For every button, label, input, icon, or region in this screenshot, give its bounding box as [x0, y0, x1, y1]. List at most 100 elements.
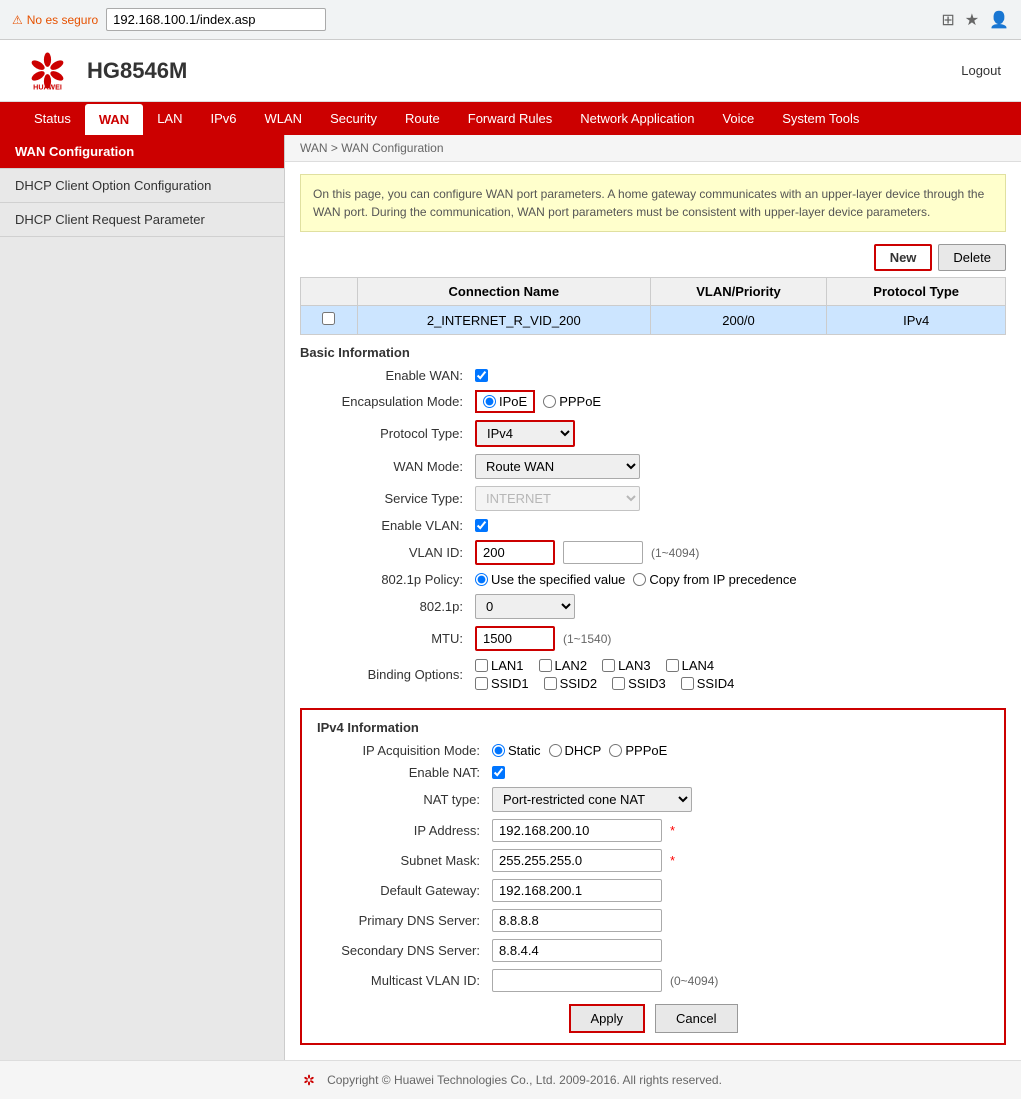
row-checkbox[interactable]: [301, 306, 358, 335]
nav-ipv6[interactable]: IPv6: [197, 103, 251, 134]
pppoe-ip-option[interactable]: PPPoE: [609, 743, 667, 758]
wan-mode-row: WAN Mode: Route WAN Bridge WAN: [300, 454, 1006, 479]
nav-status[interactable]: Status: [20, 103, 85, 134]
lan4-checkbox[interactable]: [666, 659, 679, 672]
content-area: WAN Configuration DHCP Client Option Con…: [0, 135, 1021, 1060]
lan1-option[interactable]: LAN1: [475, 658, 524, 673]
nat-type-select[interactable]: Port-restricted cone NAT Full cone NAT R…: [492, 787, 692, 812]
pppoe-option[interactable]: PPPoE: [543, 394, 601, 409]
ip-address-control: *: [492, 819, 675, 842]
subnet-mask-label: Subnet Mask:: [317, 853, 492, 868]
ssid4-option[interactable]: SSID4: [681, 676, 735, 691]
enable-vlan-control: [475, 519, 488, 532]
row-protocol-type: IPv4: [827, 306, 1006, 335]
enable-vlan-checkbox[interactable]: [475, 519, 488, 532]
row-select-checkbox[interactable]: [322, 312, 335, 325]
lan2-option[interactable]: LAN2: [539, 658, 588, 673]
default-gateway-control: [492, 879, 662, 902]
field-802-1p-select[interactable]: 0 1 2 3: [475, 594, 575, 619]
ssid3-option[interactable]: SSID3: [612, 676, 666, 691]
primary-dns-row: Primary DNS Server:: [317, 909, 989, 932]
enable-nat-checkbox[interactable]: [492, 766, 505, 779]
table-row[interactable]: 2_INTERNET_R_VID_200 200/0 IPv4: [301, 306, 1006, 335]
subnet-mask-input[interactable]: [492, 849, 662, 872]
page-wrapper: HUAWEI HG8546M Logout Status WAN LAN IPv…: [0, 40, 1021, 1099]
field-802-1p-label: 802.1p:: [300, 599, 475, 614]
ipv4-title: IPv4 Information: [317, 720, 989, 735]
cancel-button[interactable]: Cancel: [655, 1004, 737, 1033]
secondary-dns-input[interactable]: [492, 939, 662, 962]
nav-forward-rules[interactable]: Forward Rules: [454, 103, 567, 134]
nav-wlan[interactable]: WLAN: [251, 103, 317, 134]
nat-type-control: Port-restricted cone NAT Full cone NAT R…: [492, 787, 692, 812]
copy-from-ip-radio[interactable]: [633, 573, 646, 586]
nav-voice[interactable]: Voice: [708, 103, 768, 134]
dhcp-option[interactable]: DHCP: [549, 743, 602, 758]
primary-dns-input[interactable]: [492, 909, 662, 932]
vlan-id-input[interactable]: [475, 540, 555, 565]
static-radio[interactable]: [492, 744, 505, 757]
vlan-id-secondary-input[interactable]: [563, 541, 643, 564]
nav-lan[interactable]: LAN: [143, 103, 196, 134]
ip-acquisition-label: IP Acquisition Mode:: [317, 743, 492, 758]
mtu-hint: (1~1540): [563, 632, 611, 646]
ssid1-checkbox[interactable]: [475, 677, 488, 690]
secondary-dns-control: [492, 939, 662, 962]
sidebar-item-wan-configuration[interactable]: WAN Configuration: [0, 135, 284, 169]
mtu-row: MTU: (1~1540): [300, 626, 1006, 651]
service-type-select[interactable]: INTERNET: [475, 486, 640, 511]
security-warning: ⚠ No es seguro: [12, 13, 98, 27]
ipoe-radio[interactable]: [483, 395, 496, 408]
extensions-icon[interactable]: ⊞: [941, 10, 954, 30]
use-specified-option[interactable]: Use the specified value: [475, 572, 625, 587]
ssid2-checkbox[interactable]: [544, 677, 557, 690]
lan4-option[interactable]: LAN4: [666, 658, 715, 673]
footer: Copyright © Huawei Technologies Co., Ltd…: [0, 1060, 1021, 1099]
nav-wan[interactable]: WAN: [85, 104, 143, 135]
nav-security[interactable]: Security: [316, 103, 391, 134]
mtu-input[interactable]: [475, 626, 555, 651]
pppoe-radio[interactable]: [543, 395, 556, 408]
ssid4-checkbox[interactable]: [681, 677, 694, 690]
vlan-id-hint: (1~4094): [651, 546, 699, 560]
wan-table: Connection Name VLAN/Priority Protocol T…: [300, 277, 1006, 335]
nat-type-row: NAT type: Port-restricted cone NAT Full …: [317, 787, 989, 812]
wan-mode-select[interactable]: Route WAN Bridge WAN: [475, 454, 640, 479]
lan2-checkbox[interactable]: [539, 659, 552, 672]
static-option[interactable]: Static: [492, 743, 541, 758]
sidebar-item-dhcp-request[interactable]: DHCP Client Request Parameter: [0, 203, 284, 237]
basic-info-title: Basic Information: [300, 345, 1006, 360]
delete-button[interactable]: Delete: [938, 244, 1006, 271]
lan3-option[interactable]: LAN3: [602, 658, 651, 673]
protocol-type-select[interactable]: IPv4: [475, 420, 575, 447]
ip-address-input[interactable]: [492, 819, 662, 842]
profile-icon[interactable]: 👤: [989, 10, 1009, 30]
lan3-checkbox[interactable]: [602, 659, 615, 672]
address-bar[interactable]: [106, 8, 326, 31]
default-gateway-input[interactable]: [492, 879, 662, 902]
nav-network-application[interactable]: Network Application: [566, 103, 708, 134]
ssid3-checkbox[interactable]: [612, 677, 625, 690]
bookmark-icon[interactable]: ★: [965, 10, 979, 30]
binding-options-label: Binding Options:: [300, 667, 475, 682]
logout-button[interactable]: Logout: [961, 63, 1001, 78]
enable-wan-checkbox[interactable]: [475, 369, 488, 382]
new-button[interactable]: New: [874, 244, 933, 271]
binding-options-row: Binding Options: LAN1 LAN2 LAN3 LAN4 SSI…: [300, 658, 1006, 691]
apply-button[interactable]: Apply: [569, 1004, 646, 1033]
ssid2-option[interactable]: SSID2: [544, 676, 598, 691]
sidebar-item-dhcp-option[interactable]: DHCP Client Option Configuration: [0, 169, 284, 203]
multicast-vlan-hint: (0~4094): [670, 974, 718, 988]
nav-route[interactable]: Route: [391, 103, 454, 134]
nav-system-tools[interactable]: System Tools: [768, 103, 873, 134]
use-specified-radio[interactable]: [475, 573, 488, 586]
multicast-vlan-input[interactable]: [492, 969, 662, 992]
copy-from-ip-option[interactable]: Copy from IP precedence: [633, 572, 796, 587]
ssid1-option[interactable]: SSID1: [475, 676, 529, 691]
wan-mode-control: Route WAN Bridge WAN: [475, 454, 640, 479]
lan1-checkbox[interactable]: [475, 659, 488, 672]
pppoe-ip-radio[interactable]: [609, 744, 622, 757]
dhcp-radio[interactable]: [549, 744, 562, 757]
main-content: WAN > WAN Configuration On this page, yo…: [285, 135, 1021, 1060]
ipoe-option[interactable]: IPoE: [475, 390, 535, 413]
